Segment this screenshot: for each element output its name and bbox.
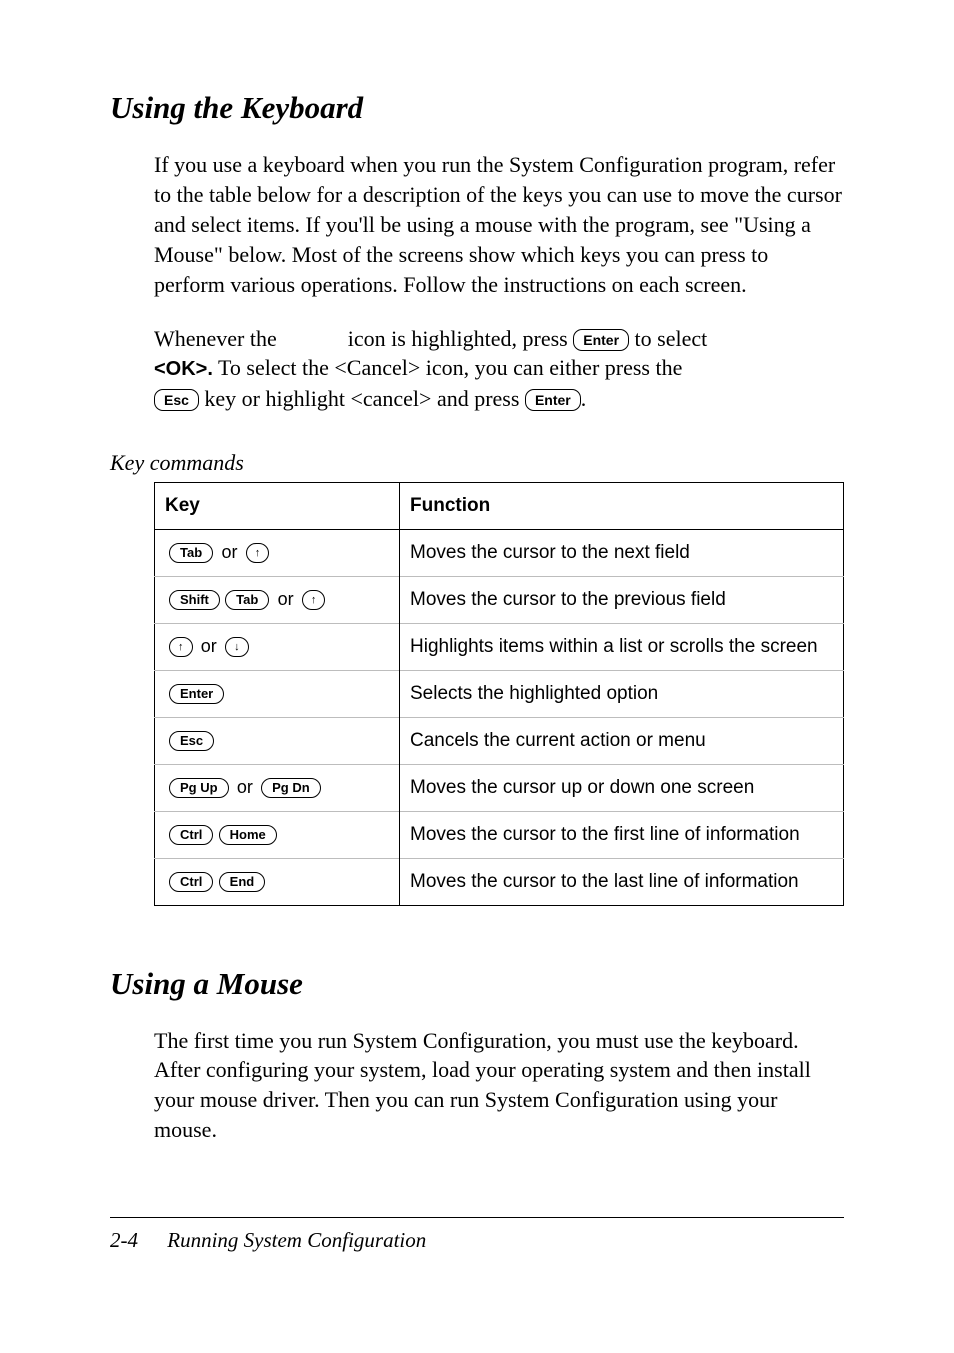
table-row: Ctrl Home Moves the cursor to the first … [155, 811, 844, 858]
table-caption: Key commands [110, 450, 844, 476]
home-key-icon: Home [219, 825, 277, 845]
page-footer: 2-4 Running System Configuration [110, 1217, 844, 1253]
esc-key-icon: Esc [154, 389, 199, 411]
table-row: Tab or ↑ Moves the cursor to the next fi… [155, 529, 844, 576]
↑-key-icon: ↑ [246, 543, 270, 563]
key-cell: Ctrl End [155, 858, 400, 905]
enter-key-icon: Enter [169, 684, 224, 704]
↓-key-icon: ↓ [225, 637, 249, 657]
table-header-key: Key [155, 482, 400, 529]
key-cell: Shift Tab or ↑ [155, 576, 400, 623]
pg-up-key-icon: Pg Up [169, 778, 229, 798]
table-row: ↑ or ↓ Highlights items within a list or… [155, 623, 844, 670]
table-row: Shift Tab or ↑ Moves the cursor to the p… [155, 576, 844, 623]
text-fragment: icon is highlighted, press [348, 326, 568, 351]
table-row: Esc Cancels the current action or menu [155, 717, 844, 764]
paragraph-keyboard-intro: If you use a keyboard when you run the S… [154, 150, 844, 300]
tab-key-icon: Tab [225, 590, 269, 610]
key-cell: Tab or ↑ [155, 529, 400, 576]
enter-key-icon: Enter [525, 389, 581, 411]
function-cell: Moves the cursor to the next field [400, 529, 844, 576]
key-join-text: or [221, 542, 237, 562]
function-cell: Selects the highlighted option [400, 670, 844, 717]
key-join-text: or [278, 589, 294, 609]
section-heading-keyboard: Using the Keyboard [110, 90, 844, 126]
key-cell: ↑ or ↓ [155, 623, 400, 670]
text-fragment: To select the <Cancel> icon, you can eit… [218, 355, 682, 380]
section-keyboard-body: If you use a keyboard when you run the S… [154, 150, 844, 414]
table-row: Pg Up or Pg Dn Moves the cursor up or do… [155, 764, 844, 811]
section-heading-mouse: Using a Mouse [110, 966, 844, 1002]
key-join-text: or [201, 636, 217, 656]
text-fragment: key or highlight <cancel> and press [204, 386, 519, 411]
table-header-function: Function [400, 482, 844, 529]
ok-label: <OK>. [154, 358, 213, 380]
table-row: Ctrl End Moves the cursor to the last li… [155, 858, 844, 905]
function-cell: Moves the cursor to the previous field [400, 576, 844, 623]
key-cell: Ctrl Home [155, 811, 400, 858]
page-number: 2-4 [110, 1228, 138, 1252]
key-cell: Enter [155, 670, 400, 717]
function-cell: Highlights items within a list or scroll… [400, 623, 844, 670]
end-key-icon: End [219, 872, 266, 892]
function-cell: Cancels the current action or menu [400, 717, 844, 764]
key-join-text: or [237, 777, 253, 797]
text-fragment: Whenever the [154, 326, 277, 351]
section-mouse-body: The first time you run System Configurat… [154, 1026, 844, 1146]
shift-key-icon: Shift [169, 590, 220, 610]
function-cell: Moves the cursor to the last line of inf… [400, 858, 844, 905]
key-cell: Esc [155, 717, 400, 764]
text-fragment: . [581, 386, 587, 411]
function-cell: Moves the cursor up or down one screen [400, 764, 844, 811]
ctrl-key-icon: Ctrl [169, 825, 213, 845]
↑-key-icon: ↑ [302, 590, 326, 610]
document-page: Using the Keyboard If you use a keyboard… [0, 0, 954, 1353]
paragraph-keyboard-keys: Whenever the icon is highlighted, press … [154, 324, 844, 414]
function-cell: Moves the cursor to the first line of in… [400, 811, 844, 858]
ctrl-key-icon: Ctrl [169, 872, 213, 892]
table-row: Enter Selects the highlighted option [155, 670, 844, 717]
paragraph-mouse: The first time you run System Configurat… [154, 1026, 844, 1146]
key-commands-table: Key Function Tab or ↑ Moves the cursor t… [154, 482, 844, 906]
tab-key-icon: Tab [169, 543, 213, 563]
footer-title: Running System Configuration [167, 1228, 426, 1252]
key-cell: Pg Up or Pg Dn [155, 764, 400, 811]
pg-dn-key-icon: Pg Dn [261, 778, 321, 798]
enter-key-icon: Enter [573, 329, 629, 351]
↑-key-icon: ↑ [169, 637, 193, 657]
text-fragment: to select [635, 326, 708, 351]
esc-key-icon: Esc [169, 731, 214, 751]
